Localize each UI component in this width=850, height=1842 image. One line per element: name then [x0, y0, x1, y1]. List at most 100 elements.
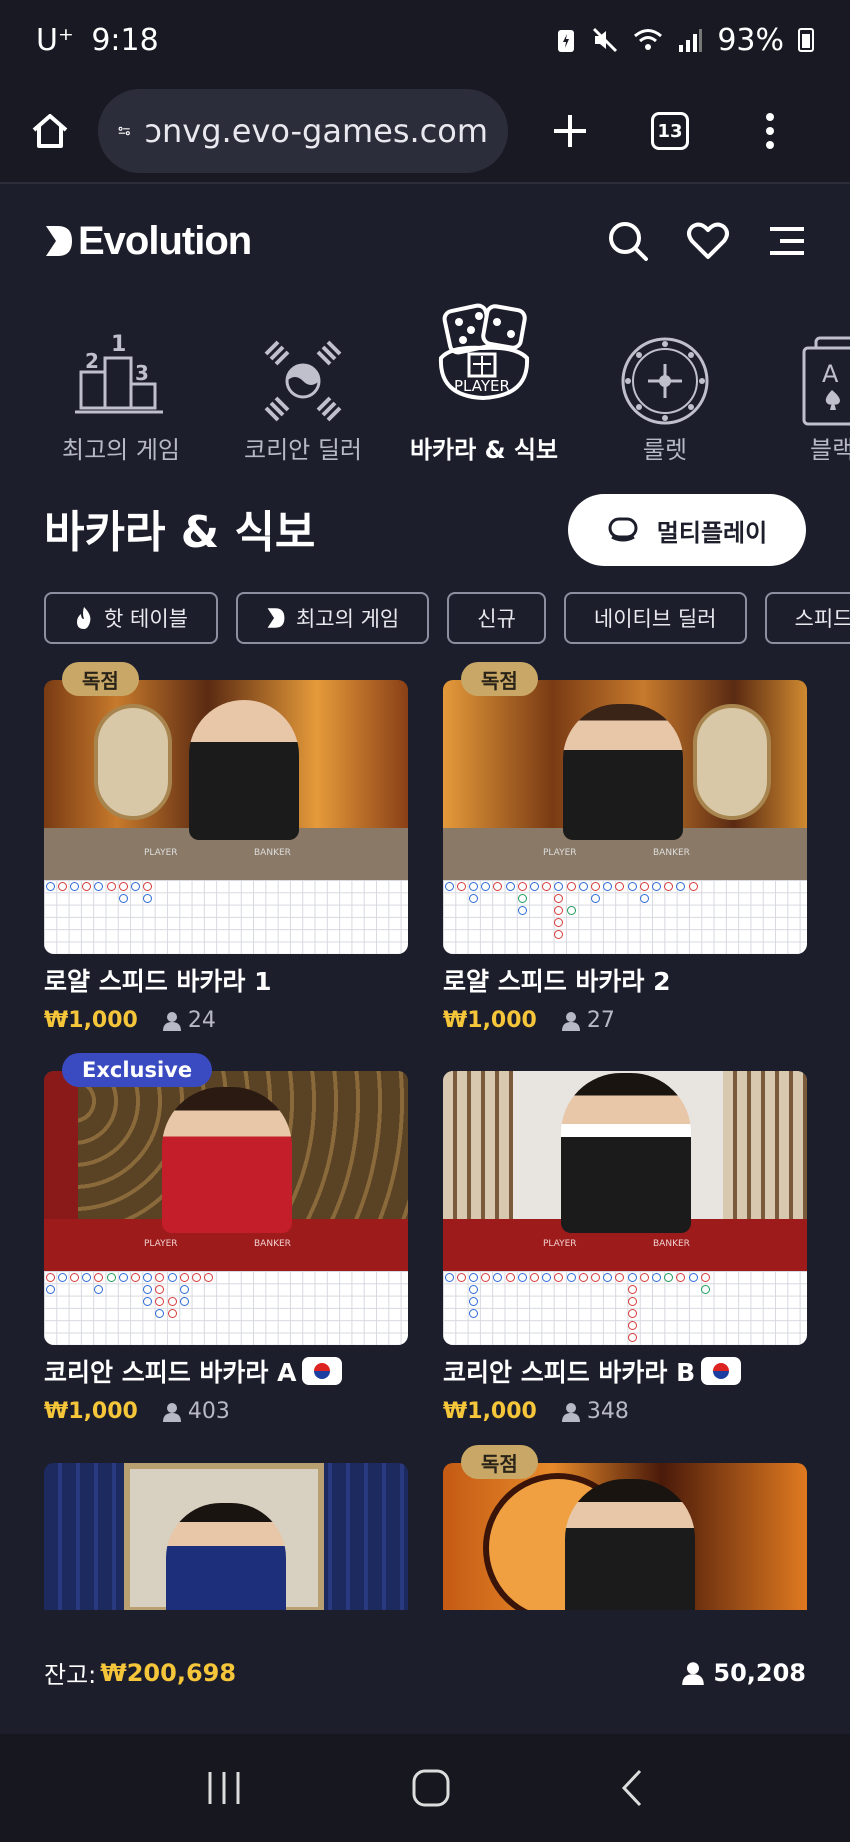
url-text: ɔnvg.evo-games.com [144, 112, 488, 150]
signal-icon [679, 29, 703, 52]
category-label: 블랙 [810, 436, 850, 464]
wifi-icon [634, 29, 663, 50]
dealer-figure [565, 1479, 695, 1623]
bead-road [443, 880, 807, 954]
game-thumbnail[interactable]: PLAYER BANKER [44, 680, 408, 954]
player-icon-text: PLAYER [454, 377, 510, 395]
exclusive-badge: 독점 [62, 662, 139, 696]
back-icon[interactable] [618, 1768, 646, 1808]
evolution-mark-icon [267, 608, 285, 628]
site-settings-icon [118, 126, 130, 136]
game-thumbnail[interactable]: PLAYER BANKER [44, 1071, 408, 1345]
home-nav-icon[interactable] [411, 1768, 451, 1808]
game-min-bet: ₩1,000 [443, 1399, 537, 1424]
game-thumbnail[interactable]: PLAYER BANKER [443, 680, 807, 954]
balance-value: ₩200,698 [100, 1658, 237, 1687]
chip-new[interactable]: 신규 [447, 592, 546, 644]
player-count: 348 [561, 1399, 629, 1424]
exclusive-badge: 독점 [461, 1445, 538, 1479]
table-banker-text: BANKER [653, 848, 690, 858]
heart-icon[interactable] [686, 221, 730, 261]
player-count-value: 403 [187, 1399, 230, 1424]
player-count: 27 [561, 1008, 615, 1033]
game-title-text: 코리안 스피드 바카라 B [443, 1358, 696, 1387]
brand-name: Evolution [78, 218, 252, 263]
dealer-figure [162, 1087, 292, 1233]
card-ace-icon: A [802, 336, 850, 426]
korean-trigram-icon [264, 340, 342, 422]
dealer-video: PLAYER BANKER [44, 1071, 408, 1271]
chip-label: 스피드 [794, 607, 850, 631]
bead-road [44, 1271, 408, 1345]
player-count-value: 24 [187, 1008, 216, 1033]
dealer-figure [563, 704, 683, 840]
filter-chips: 핫 테이블 최고의 게임 신규 네이티브 딜러 스피드 [44, 592, 850, 644]
game-thumbnail[interactable]: PLAYER BANKER [443, 1071, 807, 1345]
category-label: 바카라 & 식보 [409, 436, 559, 464]
dealer-figure [166, 1503, 286, 1623]
chip-label: 네이티브 딜러 [593, 607, 717, 631]
browser-menu-button[interactable] [742, 103, 798, 159]
carrier-label: U⁺ [36, 22, 74, 58]
table-banker-text: BANKER [254, 848, 291, 858]
game-min-bet: ₩1,000 [44, 1008, 138, 1033]
plus-icon [554, 115, 586, 147]
chip-hot-tables[interactable]: 핫 테이블 [44, 592, 218, 644]
dealer-figure [561, 1073, 691, 1233]
svg-text:2: 2 [85, 349, 99, 373]
new-tab-button[interactable] [542, 103, 598, 159]
player-count-value: 348 [586, 1399, 629, 1424]
category-label: 최고의 게임 [61, 436, 181, 464]
dealer-video: PLAYER BANKER [443, 1071, 807, 1271]
user-icon [561, 1011, 580, 1031]
svg-text:3: 3 [135, 361, 149, 385]
game-title: 로얄 스피드 바카라 1 [44, 967, 272, 996]
crest-emblem [94, 704, 172, 820]
player-count: 24 [162, 1008, 216, 1033]
menu-icon[interactable] [766, 225, 806, 257]
recent-apps-icon[interactable] [204, 1770, 244, 1806]
total-players: 50,208 [681, 1659, 806, 1687]
search-icon[interactable] [606, 219, 650, 263]
multiplay-button[interactable]: 멀티플레이 [568, 494, 806, 566]
battery-percent: 93% [717, 22, 784, 58]
clock: 9:18 [91, 22, 159, 58]
total-players-value: 50,208 [713, 1658, 806, 1687]
dealer-video: PLAYER BANKER [44, 680, 408, 880]
tab-switcher-button[interactable]: 13 [642, 103, 698, 159]
header-actions [606, 219, 806, 263]
table-player-text: PLAYER [144, 848, 178, 858]
chip-top-games[interactable]: 최고의 게임 [235, 592, 430, 644]
korea-flag-icon [701, 1357, 742, 1385]
tab-count: 13 [651, 112, 689, 150]
bead-road [44, 880, 408, 954]
table-player-text: PLAYER [144, 1239, 178, 1249]
balance-bar: 잔고: ₩200,698 50,208 [0, 1610, 850, 1734]
card-ace-letter: A [822, 360, 839, 388]
table-player-text: PLAYER [543, 1239, 577, 1249]
evolution-logo[interactable]: Evolution [44, 218, 252, 264]
player-count: 403 [162, 1399, 230, 1424]
user-icon [162, 1011, 181, 1031]
home-button[interactable] [22, 103, 78, 159]
battery-icon [798, 28, 814, 52]
game-title: 코리안 스피드 바카라 B [443, 1353, 742, 1389]
curtain-left [44, 1071, 78, 1231]
user-icon [162, 1402, 181, 1422]
address-bar[interactable]: ɔnvg.evo-games.com [98, 89, 508, 173]
dice-player-icon: PLAYER [438, 303, 530, 401]
game-meta: ₩1,000 27 [443, 1008, 615, 1033]
section-title: 바카라 & 식보 [44, 507, 316, 558]
home-icon [32, 114, 68, 148]
multiplay-icon [608, 517, 638, 542]
battery-saver-icon [558, 30, 575, 52]
fire-icon [77, 607, 91, 629]
chip-speed[interactable]: 스피드 [764, 592, 850, 644]
category-label: 룰렛 [642, 436, 688, 464]
bead-road [443, 1271, 807, 1345]
exclusive-badge: 독점 [461, 662, 538, 696]
chip-native-dealer[interactable]: 네이티브 딜러 [563, 592, 747, 644]
svg-text:1: 1 [111, 332, 126, 357]
mute-icon [593, 27, 618, 53]
user-icon [682, 1661, 705, 1685]
